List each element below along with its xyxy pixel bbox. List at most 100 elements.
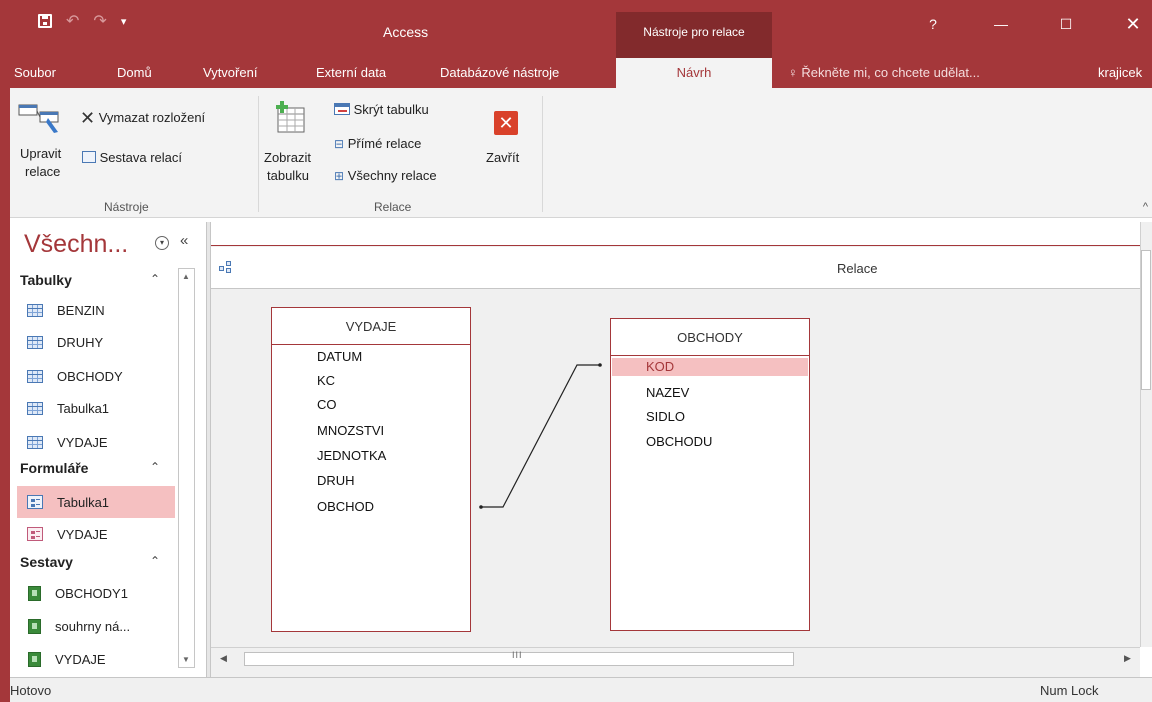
field-kod-selected[interactable]: KOD (612, 358, 808, 376)
nav-pane-title[interactable]: Všechn... (24, 230, 128, 259)
nav-item-form[interactable]: VYDAJE (17, 518, 175, 550)
report-icon (28, 585, 41, 601)
close-window-button[interactable]: ✕ (1118, 12, 1148, 36)
direct-relationships-button[interactable]: ⊟ Přímé relace (334, 136, 421, 151)
tab-soubor[interactable]: Soubor (14, 58, 56, 88)
field-nazev[interactable]: NAZEV (646, 384, 689, 402)
tab-vytvoreni[interactable]: Vytvoření (203, 58, 257, 88)
status-text: Hotovo (10, 683, 52, 698)
scroll-up-icon[interactable]: ▲ (182, 272, 190, 281)
scroll-left-icon[interactable]: ◀ (220, 653, 227, 664)
help-button[interactable]: ? (918, 12, 948, 36)
nav-item-label: VYDAJE (55, 651, 106, 667)
nav-item-table[interactable]: VYDAJE (17, 426, 175, 458)
nav-collapse-icon[interactable]: « (180, 232, 188, 249)
field-mnozstvi[interactable]: MNOZSTVI (317, 422, 384, 440)
customize-toolbar-icon[interactable]: ▾ (121, 15, 127, 28)
maximize-button[interactable]: ☐ (1051, 12, 1081, 36)
nav-item-report[interactable]: VYDAJE (17, 643, 175, 675)
nav-item-label: DRUHY (57, 334, 104, 350)
tab-databazove-nastroje[interactable]: Databázové nástroje (440, 58, 559, 88)
table-header-divider (611, 355, 809, 356)
nav-group-tabulky[interactable]: Tabulky ⌃ (20, 272, 176, 294)
nav-item-table[interactable]: OBCHODY (17, 360, 175, 392)
document-tab-title[interactable]: Relace (837, 261, 877, 276)
nav-item-table[interactable]: Tabulka1 (17, 392, 175, 424)
undo-icon[interactable]: ↶ (66, 11, 79, 31)
report-icon (82, 151, 96, 163)
table-icon (27, 335, 43, 349)
ribbon: Upravit relace ✕ Vymazat rozložení Sesta… (10, 88, 1152, 218)
nav-item-report[interactable]: souhrny ná... (17, 610, 175, 642)
field-sidlo[interactable]: SIDLO (646, 408, 685, 426)
minimize-button[interactable]: — (986, 12, 1016, 36)
nav-menu-icon[interactable]: ▾ (155, 236, 169, 250)
form-icon (27, 527, 43, 541)
direct-relationships-icon: ⊟ (334, 137, 345, 151)
close-relationships-button[interactable]: Zavřít (486, 150, 519, 165)
nav-group-label: Tabulky (20, 272, 72, 288)
ribbon-group-separator (258, 96, 259, 212)
ribbon-group-separator (542, 96, 543, 212)
scroll-right-icon[interactable]: ▶ (1124, 653, 1131, 664)
redo-icon[interactable]: ↷ (93, 11, 106, 31)
nav-item-table[interactable]: DRUHY (17, 326, 175, 358)
user-account[interactable]: krajicek (1098, 58, 1142, 88)
relationship-report-button[interactable]: Sestava relací (82, 150, 182, 165)
tab-domu[interactable]: Domů (117, 58, 152, 88)
nav-item-label: BENZIN (57, 302, 105, 318)
table-icon (27, 303, 43, 317)
field-obchod[interactable]: OBCHOD (317, 498, 374, 516)
field-co[interactable]: CO (317, 396, 337, 414)
field-druh[interactable]: DRUH (317, 472, 355, 490)
lightbulb-icon: ♀ (788, 65, 802, 80)
vertical-scroll-thumb[interactable] (1141, 250, 1151, 390)
table-box-obchody[interactable]: OBCHODY KOD NAZEV SIDLO OBCHODU (610, 318, 810, 631)
status-bar: Hotovo Num Lock (10, 677, 1152, 702)
save-icon[interactable] (38, 14, 52, 28)
nav-item-table[interactable]: BENZIN (17, 294, 175, 326)
scroll-down-icon[interactable]: ▼ (182, 655, 190, 664)
nav-item-label: Tabulka1 (57, 400, 110, 416)
hide-table-button[interactable]: Skrýt tabulku (334, 102, 429, 117)
show-table-button[interactable]: Zobrazit (264, 150, 311, 165)
x-icon: ✕ (80, 108, 96, 128)
ribbon-tab-row: Soubor Domů Vytvoření Externí data Datab… (10, 58, 1152, 88)
ribbon-group-nastroje-label: Nástroje (104, 200, 149, 214)
edit-relationships-button-line2[interactable]: relace (25, 164, 60, 179)
table-icon (27, 401, 43, 415)
all-relationships-button[interactable]: ⊞ Všechny relace (334, 168, 437, 183)
chevron-up-icon: ⌃ (150, 272, 161, 286)
report-icon (28, 651, 41, 667)
table-box-vydaje[interactable]: VYDAJE DATUM KC CO MNOZSTVI JEDNOTKA DRU… (271, 307, 471, 632)
collapse-ribbon-icon[interactable]: ^ (1143, 201, 1148, 213)
field-datum[interactable]: DATUM (317, 348, 362, 366)
context-tab-title: Nástroje pro relace (616, 12, 772, 58)
app-title: Access (383, 24, 429, 40)
table-title[interactable]: OBCHODY (611, 330, 809, 345)
table-title[interactable]: VYDAJE (272, 319, 470, 334)
nav-item-label: VYDAJE (57, 434, 108, 450)
tab-externi-data[interactable]: Externí data (316, 58, 386, 88)
clear-layout-button[interactable]: ✕ Vymazat rozložení (80, 108, 205, 129)
num-lock-indicator: Num Lock (1040, 683, 1099, 698)
nav-item-label: OBCHODY1 (55, 585, 128, 601)
hide-table-icon (334, 103, 350, 115)
nav-pane-scrollbar[interactable]: ▲ ▼ (178, 268, 195, 668)
show-table-icon (276, 101, 305, 133)
nav-group-sestavy[interactable]: Sestavy ⌃ (20, 554, 176, 576)
show-table-button-line2[interactable]: tabulku (267, 168, 309, 183)
field-obchodu[interactable]: OBCHODU (646, 433, 712, 451)
nav-item-report[interactable]: OBCHODY1 (17, 577, 175, 609)
field-jednotka[interactable]: JEDNOTKA (317, 447, 386, 465)
table-header-divider (272, 344, 470, 345)
report-icon (28, 618, 41, 634)
edit-relationships-button[interactable]: Upravit (20, 146, 61, 161)
nav-group-formulare[interactable]: Formuláře ⌃ (20, 460, 176, 482)
tell-me-search[interactable]: ♀ Řekněte mi, co chcete udělat... (788, 58, 980, 88)
document-top-strip (211, 222, 1140, 246)
field-kc[interactable]: KC (317, 372, 335, 390)
nav-item-form-selected[interactable]: Tabulka1 (17, 486, 175, 518)
all-relationships-label: Všechny relace (347, 168, 437, 183)
tab-navrh[interactable]: Návrh (616, 58, 772, 88)
